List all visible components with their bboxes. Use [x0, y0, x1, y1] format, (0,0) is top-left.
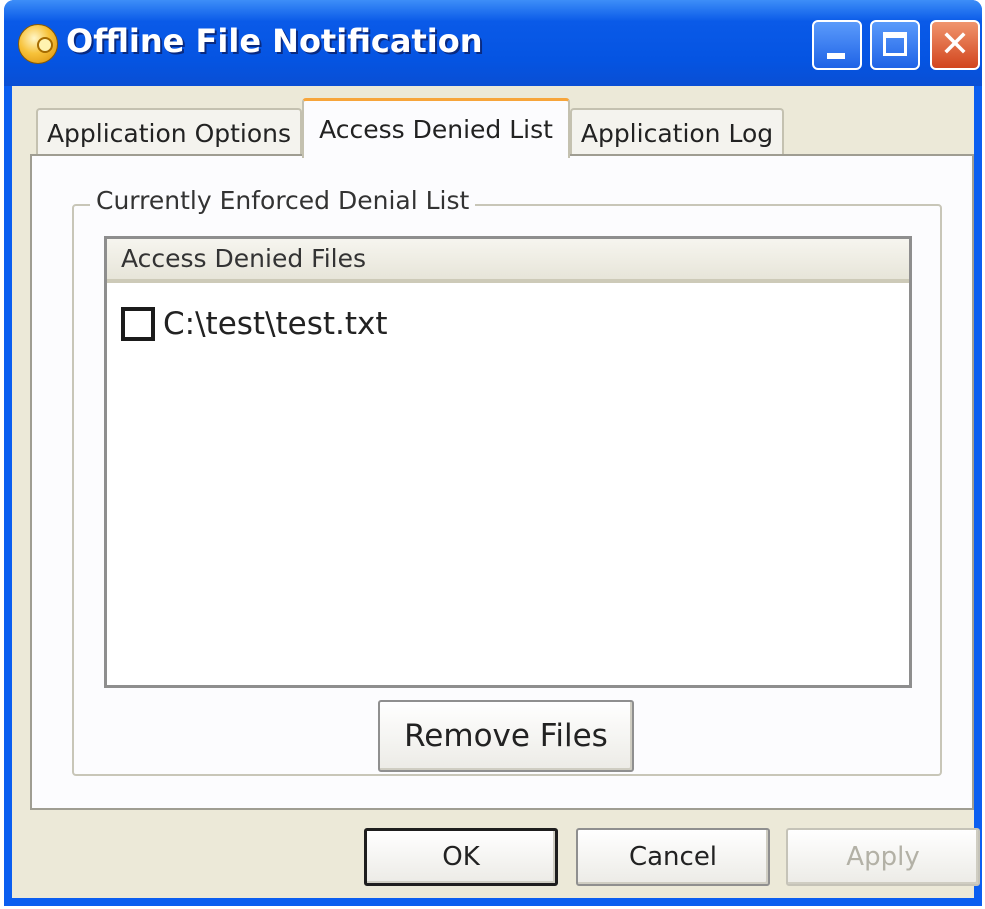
close-button[interactable]: ✕ [930, 20, 980, 70]
maximize-icon [883, 32, 907, 56]
tab-access-denied-list[interactable]: Access Denied List [302, 98, 570, 158]
maximize-button[interactable] [870, 20, 920, 70]
list-item[interactable]: C:\test\test.txt [121, 303, 388, 345]
access-denied-files-list[interactable]: Access Denied Files C:\test\test.txt [104, 236, 912, 688]
apply-button[interactable]: Apply [786, 828, 980, 886]
close-icon: ✕ [939, 24, 971, 65]
minimize-button[interactable] [812, 20, 862, 70]
column-header-access-denied-files[interactable]: Access Denied Files [107, 239, 909, 283]
tab-application-options[interactable]: Application Options [36, 108, 302, 156]
group-label: Currently Enforced Denial List [90, 186, 476, 215]
window-title: Offline File Notification [66, 22, 483, 60]
title-bar[interactable]: Offline File Notification ✕ [4, 0, 982, 86]
denial-list-group: Currently Enforced Denial List Access De… [72, 186, 942, 776]
cancel-button[interactable]: Cancel [576, 828, 770, 886]
file-path-label: C:\test\test.txt [163, 306, 388, 342]
dialog-client-area: Application Options Access Denied List A… [12, 86, 980, 898]
file-checkbox[interactable] [121, 307, 155, 341]
ok-button[interactable]: OK [364, 828, 558, 886]
tab-application-log[interactable]: Application Log [570, 108, 784, 156]
dialog-window: Offline File Notification ✕ Application … [4, 0, 982, 906]
tab-panel: Currently Enforced Denial List Access De… [30, 154, 974, 810]
offline-file-app-icon [18, 24, 58, 64]
remove-files-button[interactable]: Remove Files [378, 700, 634, 772]
minimize-icon [827, 53, 845, 59]
